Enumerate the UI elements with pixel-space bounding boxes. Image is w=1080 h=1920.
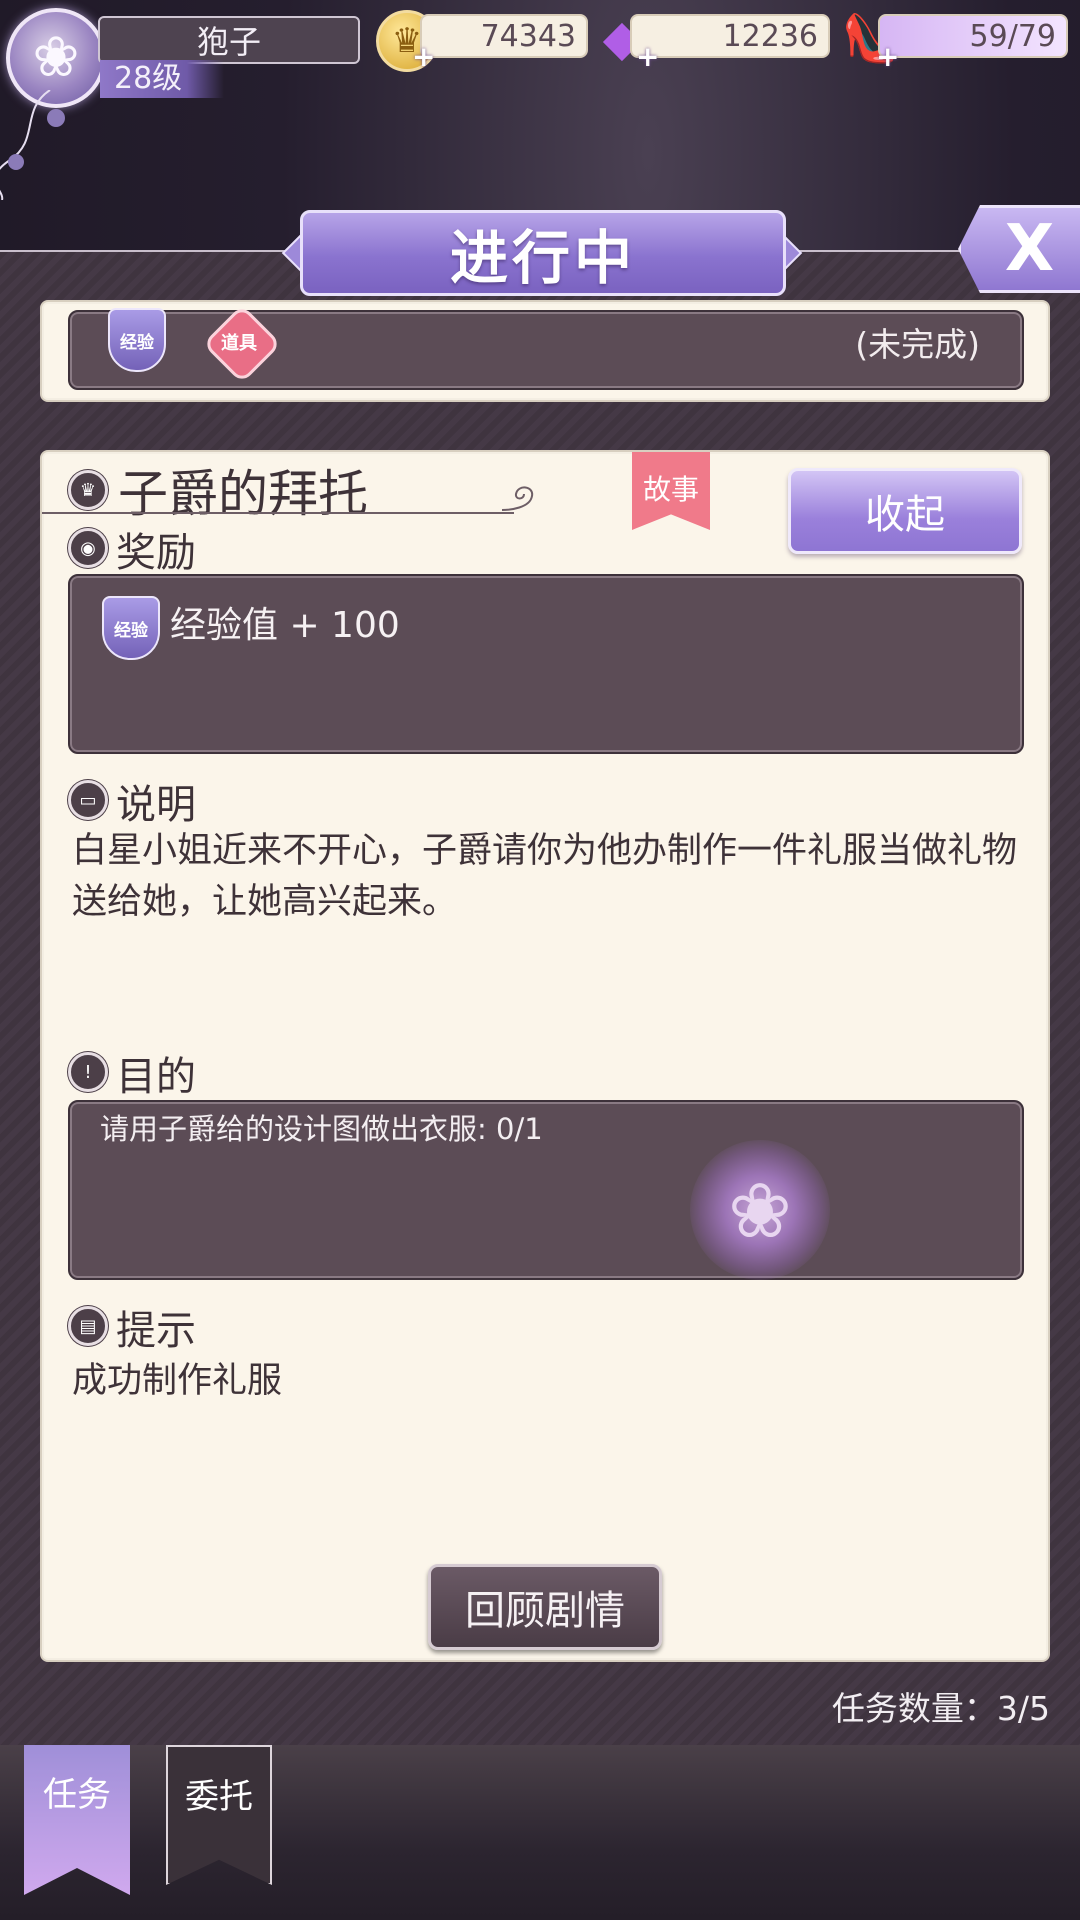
close-icon: X	[1004, 212, 1055, 286]
swirl-decoration	[501, 486, 534, 511]
gold-counter: 74343	[420, 14, 588, 58]
review-story-button[interactable]: 回顾剧情	[428, 1564, 662, 1650]
add-energy-icon[interactable]: +	[876, 43, 899, 71]
reward-text: 经验值 + 100	[170, 605, 400, 646]
panel-title: 进行中	[300, 210, 786, 296]
title-underline	[42, 512, 514, 514]
energy-counter: 59/79	[878, 14, 1068, 58]
vine-decoration	[0, 90, 65, 200]
goal-heading: 目的	[116, 1054, 196, 1100]
add-gem-icon[interactable]: +	[636, 43, 659, 71]
bottom-bar	[0, 1745, 1080, 1920]
gem-counter: 12236	[630, 14, 830, 58]
exp-reward-icon: 经验	[102, 596, 160, 660]
book-icon: ▭	[68, 780, 108, 820]
hint-text: 成功制作礼服	[72, 1361, 283, 1401]
exclamation-icon: !	[68, 1052, 108, 1092]
reward-heading: 奖励	[116, 530, 196, 576]
crown-icon: ♛	[68, 470, 108, 510]
exp-badge-label: 经验	[120, 332, 154, 353]
quest-description: 白星小姐近来不开心，子爵请你为他办制作一件礼服当做礼物送给她，让她高兴起来。	[72, 831, 1018, 922]
quest-title: 子爵的拜托	[118, 465, 368, 523]
glowing-rose-icon: ❀	[690, 1140, 830, 1280]
quest-count: 任务数量：3/5	[831, 1689, 1050, 1728]
hint-heading: 提示	[116, 1308, 196, 1354]
player-level: 28级	[100, 60, 224, 98]
goal-text: 请用子爵给的设计图做出衣服: 0/1	[100, 1112, 543, 1146]
item-badge-label: 道具	[221, 333, 257, 354]
player-name: 狍子	[98, 16, 360, 64]
collapse-button[interactable]: 收起	[788, 468, 1022, 554]
description-heading: 说明	[116, 782, 196, 828]
close-button[interactable]: X	[958, 205, 1080, 293]
previous-quest-status: (未完成)	[855, 325, 980, 364]
rose-avatar-icon: ❀	[32, 25, 80, 90]
note-icon: ▤	[68, 1306, 108, 1346]
reward-icon: ◉	[68, 528, 108, 568]
exp-reward-badge-label: 经验	[114, 620, 148, 641]
add-gold-icon[interactable]: +	[412, 43, 435, 71]
exp-badge-icon: 经验	[108, 308, 166, 372]
